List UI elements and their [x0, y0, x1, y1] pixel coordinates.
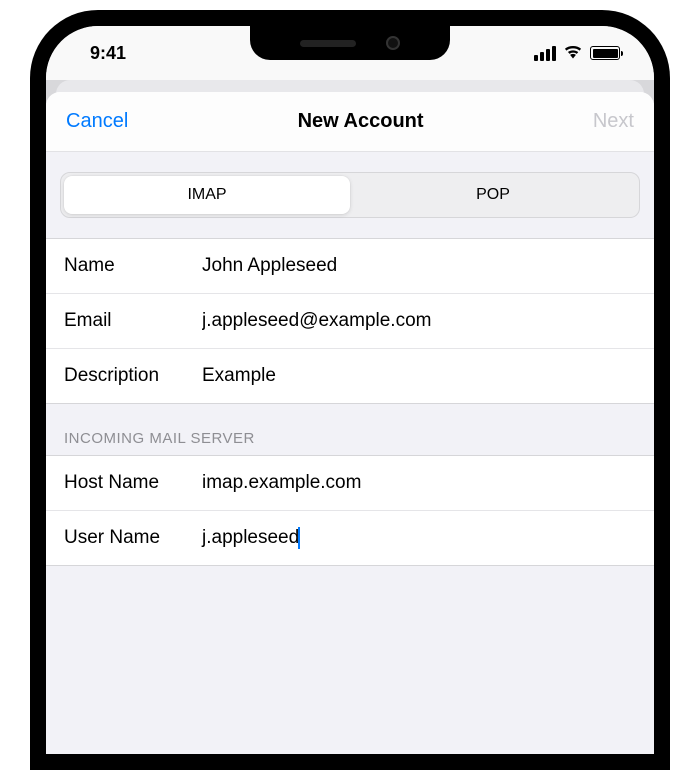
- status-time: 9:41: [90, 43, 126, 64]
- wifi-icon: [563, 43, 583, 64]
- description-input[interactable]: [202, 365, 636, 387]
- name-label: Name: [64, 255, 194, 277]
- phone-frame: 9:41 Cancel New Account: [30, 10, 670, 770]
- username-input[interactable]: j.appleseed: [202, 527, 636, 549]
- cellular-icon: [534, 46, 556, 61]
- incoming-server-group: Host Name User Name j.appleseed: [46, 455, 654, 566]
- row-hostname[interactable]: Host Name: [46, 456, 654, 511]
- text-cursor: [298, 527, 300, 549]
- name-input[interactable]: [202, 255, 636, 277]
- row-description[interactable]: Description: [46, 349, 654, 403]
- cancel-button[interactable]: Cancel: [66, 110, 128, 133]
- battery-icon: [590, 46, 620, 60]
- page-title: New Account: [298, 110, 424, 133]
- form-content[interactable]: IMAP POP Name Email: [46, 152, 654, 754]
- phone-screen: 9:41 Cancel New Account: [46, 26, 654, 754]
- email-label: Email: [64, 310, 194, 332]
- row-email[interactable]: Email: [46, 294, 654, 349]
- next-button[interactable]: Next: [593, 110, 634, 133]
- segment-pop[interactable]: POP: [350, 176, 636, 214]
- modal-sheet: Cancel New Account Next IMAP POP Name: [46, 92, 654, 754]
- notch: [250, 26, 450, 60]
- hostname-input[interactable]: [202, 472, 636, 494]
- nav-bar: Cancel New Account Next: [46, 92, 654, 152]
- email-input[interactable]: [202, 310, 636, 332]
- description-label: Description: [64, 365, 194, 387]
- hostname-label: Host Name: [64, 472, 194, 494]
- row-username[interactable]: User Name j.appleseed: [46, 511, 654, 565]
- row-name[interactable]: Name: [46, 239, 654, 294]
- username-label: User Name: [64, 527, 194, 549]
- account-info-group: Name Email Description: [46, 238, 654, 404]
- protocol-segmented[interactable]: IMAP POP: [60, 172, 640, 218]
- segment-imap[interactable]: IMAP: [64, 176, 350, 214]
- incoming-header: INCOMING MAIL SERVER: [46, 404, 654, 455]
